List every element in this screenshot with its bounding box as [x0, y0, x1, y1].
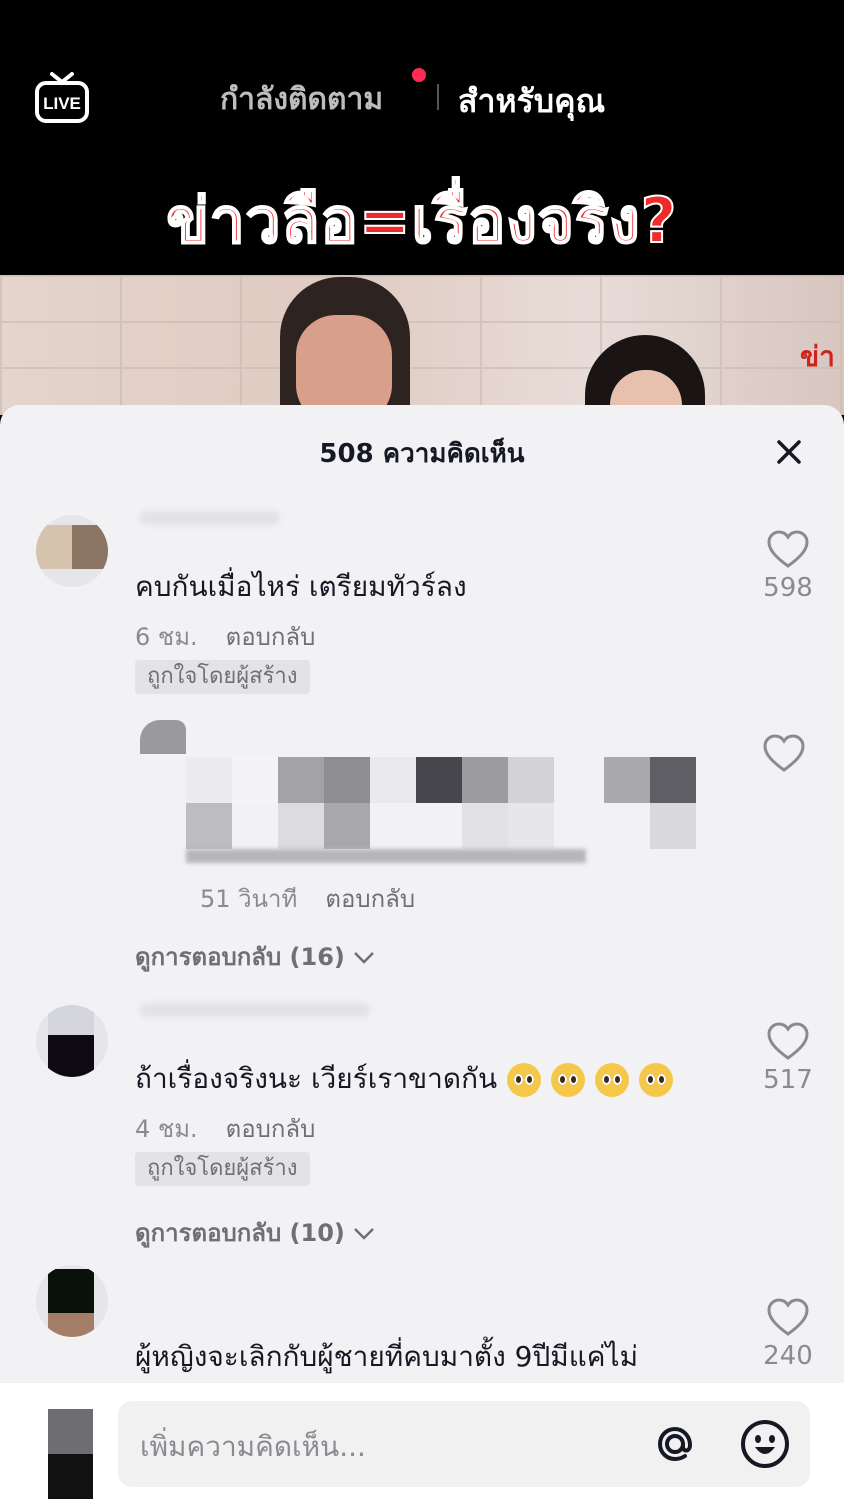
comment-text: ถ้าเรื่องจริงนะ เวียร์เราขาดกัน — [135, 1057, 674, 1101]
view-replies-button[interactable]: ดูการตอบกลับ (10) — [135, 1213, 375, 1252]
liked-by-creator-badge: ถูกใจโดยผู้สร้าง — [135, 1152, 310, 1186]
comment-meta: 6 ชม. ตอบกลับ — [135, 617, 343, 656]
brick-wall-background — [0, 275, 844, 415]
chevron-down-icon — [354, 1228, 374, 1240]
heart-icon — [767, 530, 809, 568]
tab-for-you[interactable]: สำหรับคุณ — [458, 76, 605, 127]
tab-following[interactable]: กำลังติดตาม — [220, 76, 383, 123]
comments-count-title: 508 ความคิดเห็น — [319, 439, 525, 469]
view-replies-button[interactable]: ดูการตอบกลับ (16) — [135, 937, 375, 976]
current-user-avatar[interactable] — [48, 1409, 93, 1499]
comment-meta: 4 ชม. ตอบกลับ — [135, 1109, 343, 1148]
username-blurred[interactable] — [140, 511, 280, 525]
comment-input-placeholder: เพิ่มความคิดเห็น... — [140, 1430, 366, 1463]
tab-divider — [437, 84, 439, 110]
notification-dot — [412, 68, 426, 82]
heart-icon — [763, 734, 805, 772]
like-button[interactable] — [754, 733, 814, 773]
censored-reply-mosaic — [140, 723, 700, 873]
person-left-face — [296, 315, 392, 415]
pleading-face-emoji — [507, 1063, 542, 1097]
liked-by-creator-badge: ถูกใจโดยผู้สร้าง — [135, 660, 310, 694]
avatar[interactable] — [36, 515, 108, 587]
video-headline: ข่าวลือ=เรื่องจริง? — [165, 183, 678, 258]
comments-sheet: 508 ความคิดเห็น คบกันเมื่อไหร่ เตรียมทัว… — [0, 405, 844, 1500]
view-replies-label: ดูการตอบกลับ (16) — [135, 943, 345, 971]
comment-time: 4 ชม. — [135, 1115, 198, 1143]
like-count: 598 — [763, 573, 813, 603]
heart-icon — [767, 1298, 809, 1336]
comment-text: คบกันเมื่อไหร่ เตรียมทัวร์ลง — [135, 570, 467, 603]
live-tv-icon[interactable]: LIVE — [34, 70, 90, 124]
like-button[interactable]: 598 — [758, 529, 818, 603]
top-nav: LIVE กำลังติดตาม สำหรับคุณ ข่าวลือ=เรื่อ… — [0, 0, 844, 275]
comment-text: ผู้หญิงจะเลิกกับผู้ชายที่คบมาตั้ง 9ปีมีแ… — [135, 1340, 639, 1373]
comment-time: 6 ชม. — [135, 623, 198, 651]
like-count: 240 — [763, 1341, 813, 1371]
avatar[interactable] — [36, 1005, 108, 1077]
emoji-icon[interactable] — [738, 1417, 792, 1471]
at-icon[interactable] — [648, 1417, 702, 1471]
heart-icon — [767, 1022, 809, 1060]
comment-input-bar: เพิ่มความคิดเห็น... — [0, 1383, 844, 1500]
reply-button[interactable]: ตอบกลับ — [325, 885, 415, 913]
comment-input[interactable]: เพิ่มความคิดเห็น... — [118, 1401, 810, 1487]
reply-button[interactable]: ตอบกลับ — [226, 623, 316, 651]
pleading-face-emoji — [595, 1063, 630, 1097]
live-label: LIVE — [43, 94, 81, 113]
reply-button[interactable]: ตอบกลับ — [226, 1115, 316, 1143]
like-count: 517 — [763, 1065, 813, 1095]
comment-text-body: ถ้าเรื่องจริงนะ เวียร์เราขาดกัน — [135, 1062, 498, 1095]
pleading-face-emoji — [551, 1063, 586, 1097]
like-button[interactable]: 240 — [758, 1297, 818, 1371]
video-frame[interactable]: ข่า — [0, 275, 844, 415]
chevron-down-icon — [354, 952, 374, 964]
close-icon[interactable] — [772, 435, 806, 469]
view-replies-label: ดูการตอบกลับ (10) — [135, 1219, 345, 1247]
like-button[interactable]: 517 — [758, 1021, 818, 1095]
reply-time: 51 วินาที — [200, 885, 298, 913]
pleading-face-emoji — [639, 1063, 674, 1097]
avatar[interactable] — [36, 1265, 108, 1337]
video-overlay-text: ข่า — [800, 340, 835, 373]
username-blurred[interactable] — [140, 1003, 370, 1017]
reply-meta: 51 วินาที ตอบกลับ — [200, 879, 443, 918]
